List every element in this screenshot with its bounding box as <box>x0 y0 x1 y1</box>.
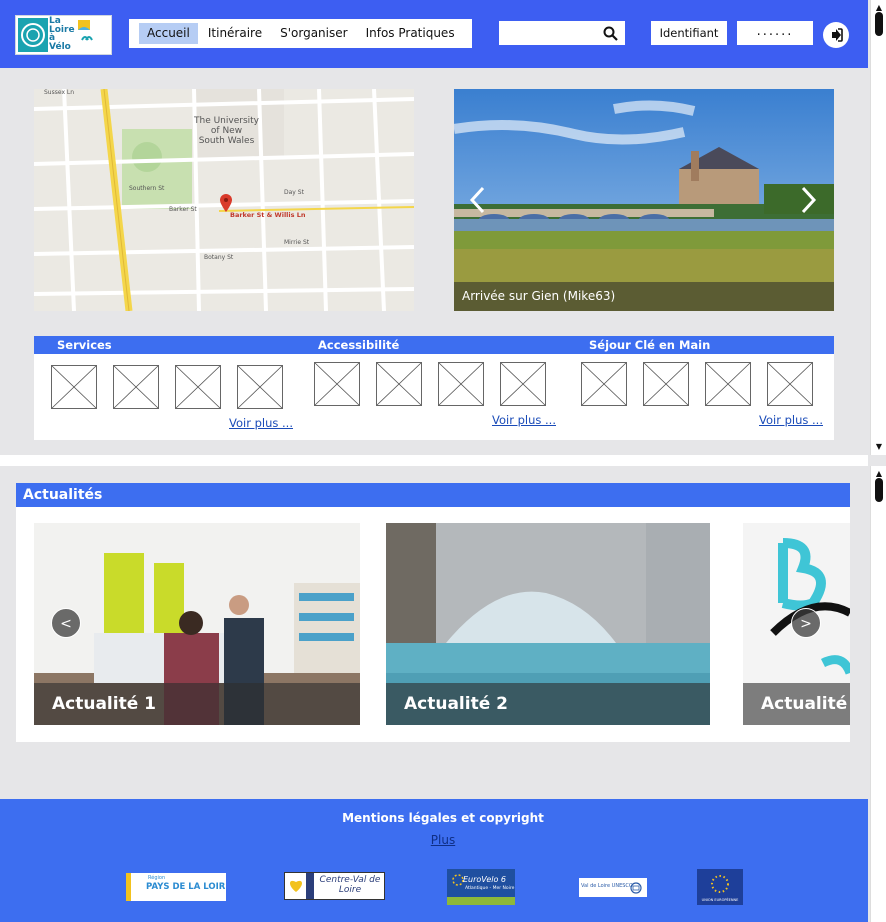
service-image-placeholder[interactable] <box>705 362 751 406</box>
partner-label: EuroVelo 6 <box>463 875 506 884</box>
news-card-2[interactable]: Actualité 2 <box>386 523 710 725</box>
image-placeholder-icon <box>705 362 751 406</box>
map-pin-label: Barker St & Willis Ln <box>230 211 306 219</box>
site-header: La Loire à Vélo Accueil Itinéraire S'org… <box>0 0 868 68</box>
services-panel: Services Accessibilité Séjour Clé en Mai… <box>34 336 834 440</box>
chevron-left-icon <box>469 186 485 214</box>
image-placeholder-icon <box>581 362 627 406</box>
logo-text-line: Vélo <box>49 41 71 52</box>
map-pin-icon[interactable] <box>220 194 232 212</box>
hero-slider: Arrivée sur Gien (Mike63) <box>454 89 834 311</box>
image-placeholder-icon <box>500 362 546 406</box>
slider-prev-button[interactable] <box>468 185 486 221</box>
scroll-thumb[interactable] <box>875 12 883 36</box>
news-card-1[interactable]: Actualité 1 <box>34 523 360 725</box>
news-carousel: Actualité 1 Actualité 2 Actualité 3 < > <box>16 507 850 742</box>
section-title-sejour: Séjour Clé en Main <box>589 338 711 352</box>
news-prev-button[interactable]: < <box>51 608 81 638</box>
footer-title: Mentions légales et copyright <box>342 811 544 825</box>
partner-label: UNION EUROPÉENNE <box>701 898 739 902</box>
voir-plus-sejour-link[interactable]: Voir plus ... <box>759 413 823 427</box>
region-heart-icon <box>289 880 303 892</box>
service-image-placeholder[interactable] <box>581 362 627 406</box>
nav-item-itineraire[interactable]: Itinéraire <box>200 23 270 44</box>
image-placeholder-icon <box>376 362 422 406</box>
sign-in-icon <box>832 28 843 42</box>
service-image-placeholder[interactable] <box>175 365 221 409</box>
service-image-placeholder[interactable] <box>314 362 360 406</box>
chevron-right-icon <box>801 186 817 214</box>
image-placeholder-icon <box>175 365 221 409</box>
location-map[interactable]: The University of New South Wales Barker… <box>34 89 414 311</box>
scroll-down-icon[interactable]: ▼ <box>871 441 886 453</box>
service-image-placeholder[interactable] <box>767 362 813 406</box>
panel-header-bar <box>34 336 834 354</box>
site-footer: Mentions légales et copyright Plus Régio… <box>0 799 868 922</box>
section-divider <box>0 455 868 466</box>
service-image-placeholder[interactable] <box>237 365 283 409</box>
image-placeholder-icon <box>314 362 360 406</box>
news-next-button[interactable]: > <box>791 608 821 638</box>
partner-small-label: Région <box>148 875 166 881</box>
service-image-placeholder[interactable] <box>113 365 159 409</box>
section-title-accessibilite: Accessibilité <box>318 338 400 352</box>
service-image-placeholder[interactable] <box>643 362 689 406</box>
partner-label: Centre-Val de Loire <box>319 875 381 895</box>
search-box <box>499 21 625 46</box>
section-title-services: Services <box>57 338 112 352</box>
login-button[interactable] <box>823 22 849 48</box>
service-image-placeholder[interactable] <box>500 362 546 406</box>
partner-label: PAYS DE LA LOIRE <box>146 882 226 892</box>
partner-logo-eurovelo[interactable]: EuroVelo 6 Atlantique - Mer Noire <box>447 869 515 905</box>
map-label: The University <box>194 116 259 126</box>
partner-logo-unesco[interactable]: Val de Loire UNESCO <box>579 878 647 897</box>
partner-label: Val de Loire UNESCO <box>581 883 633 889</box>
nav-item-sorganiser[interactable]: S'organiser <box>272 23 355 44</box>
hero-caption: Arrivée sur Gien (Mike63) <box>454 282 834 311</box>
eu-flag-icon <box>711 875 729 893</box>
service-image-placeholder[interactable] <box>376 362 422 406</box>
map-label: Botany St <box>204 254 234 261</box>
voir-plus-accessibilite-link[interactable]: Voir plus ... <box>492 413 556 427</box>
page-scrollbar-top[interactable]: ▲ ▼ <box>870 0 886 455</box>
frame-scrollbar-bottom[interactable]: ▲ <box>870 466 886 922</box>
image-placeholder-icon <box>643 362 689 406</box>
image-placeholder-icon <box>438 362 484 406</box>
map-label: Barker St <box>169 206 197 213</box>
username-field[interactable]: Identifiant <box>651 21 727 45</box>
partner-small-label: Atlantique - Mer Noire <box>465 886 515 891</box>
partner-logo-centre-val-de-loire[interactable]: Centre-Val de Loire <box>284 872 385 900</box>
service-image-placeholder[interactable] <box>51 365 97 409</box>
news-section-title: Actualités <box>16 483 850 507</box>
password-field[interactable]: ...... <box>737 21 813 45</box>
map-label: Day St <box>284 189 304 196</box>
map-label: South Wales <box>198 136 255 146</box>
voir-plus-services-link[interactable]: Voir plus ... <box>229 416 293 430</box>
partner-logo-union-europeenne[interactable]: UNION EUROPÉENNE <box>697 869 743 905</box>
search-icon[interactable] <box>603 26 618 41</box>
news-caption-1: Actualité 1 <box>34 683 360 725</box>
map-label: of New <box>210 126 243 136</box>
map-label: Sussex Ln <box>44 89 75 96</box>
slider-next-button[interactable] <box>800 185 818 221</box>
image-placeholder-icon <box>51 365 97 409</box>
footer-more-link[interactable]: Plus <box>0 833 886 847</box>
image-placeholder-icon <box>767 362 813 406</box>
nav-item-infos-pratiques[interactable]: Infos Pratiques <box>358 23 463 44</box>
nav-item-accueil[interactable]: Accueil <box>139 23 198 44</box>
image-placeholder-icon <box>113 365 159 409</box>
search-input[interactable] <box>503 22 603 46</box>
news-caption-2: Actualité 2 <box>386 683 710 725</box>
map-label: Southern St <box>129 185 165 192</box>
image-placeholder-icon <box>237 365 283 409</box>
main-nav: Accueil Itinéraire S'organiser Infos Pra… <box>129 19 472 48</box>
news-caption-3: Actualité 3 <box>743 683 850 725</box>
scroll-thumb[interactable] <box>875 478 883 502</box>
map-label: Mirrie St <box>284 239 310 246</box>
hero-image <box>454 89 834 311</box>
site-logo[interactable]: La Loire à Vélo <box>15 15 112 55</box>
partner-logo-pays-de-la-loire[interactable]: Région PAYS DE LA LOIRE <box>126 873 226 901</box>
service-image-placeholder[interactable] <box>438 362 484 406</box>
